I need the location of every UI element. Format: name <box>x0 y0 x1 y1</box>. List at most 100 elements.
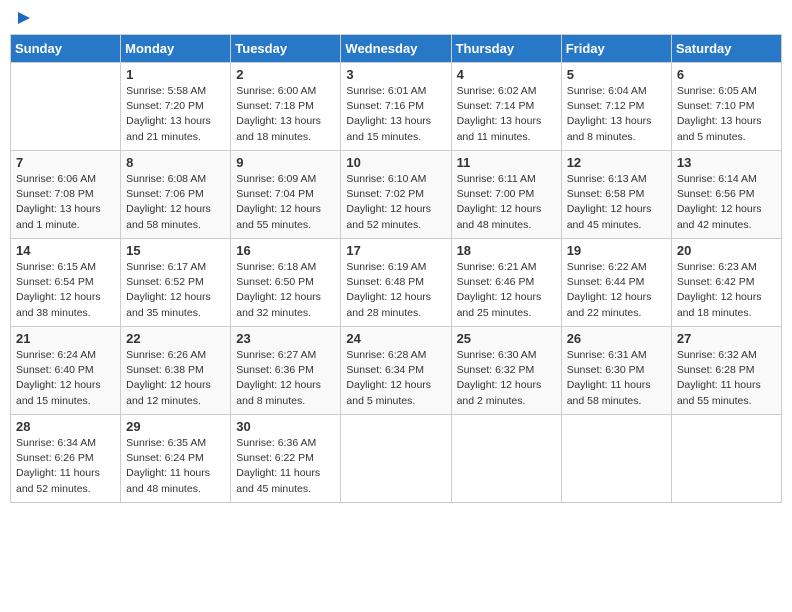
day-cell <box>671 415 781 503</box>
day-number: 25 <box>457 331 556 346</box>
day-number: 17 <box>346 243 445 258</box>
day-cell: 25 Sunrise: 6:30 AMSunset: 6:32 PMDayligh… <box>451 327 561 415</box>
calendar-table: SundayMondayTuesdayWednesdayThursdayFrid… <box>10 34 782 503</box>
day-info: Sunrise: 6:04 AMSunset: 7:12 PMDaylight:… <box>567 84 666 145</box>
day-info: Sunrise: 6:27 AMSunset: 6:36 PMDaylight:… <box>236 348 335 409</box>
day-number: 9 <box>236 155 335 170</box>
day-cell: 9 Sunrise: 6:09 AMSunset: 7:04 PMDaylight… <box>231 151 341 239</box>
day-info: Sunrise: 6:06 AMSunset: 7:08 PMDaylight:… <box>16 172 115 233</box>
day-cell: 13 Sunrise: 6:14 AMSunset: 6:56 PMDayligh… <box>671 151 781 239</box>
day-info: Sunrise: 6:23 AMSunset: 6:42 PMDaylight:… <box>677 260 776 321</box>
day-info: Sunrise: 6:24 AMSunset: 6:40 PMDaylight:… <box>16 348 115 409</box>
day-number: 20 <box>677 243 776 258</box>
day-cell: 21 Sunrise: 6:24 AMSunset: 6:40 PMDayligh… <box>11 327 121 415</box>
week-row-5: 28 Sunrise: 6:34 AMSunset: 6:26 PMDayligh… <box>11 415 782 503</box>
day-info: Sunrise: 6:30 AMSunset: 6:32 PMDaylight:… <box>457 348 556 409</box>
day-info: Sunrise: 6:13 AMSunset: 6:58 PMDaylight:… <box>567 172 666 233</box>
day-info: Sunrise: 6:01 AMSunset: 7:16 PMDaylight:… <box>346 84 445 145</box>
day-number: 23 <box>236 331 335 346</box>
day-info: Sunrise: 6:22 AMSunset: 6:44 PMDaylight:… <box>567 260 666 321</box>
day-cell: 17 Sunrise: 6:19 AMSunset: 6:48 PMDayligh… <box>341 239 451 327</box>
day-number: 16 <box>236 243 335 258</box>
header-wednesday: Wednesday <box>341 35 451 63</box>
day-number: 2 <box>236 67 335 82</box>
day-number: 10 <box>346 155 445 170</box>
calendar-header-row: SundayMondayTuesdayWednesdayThursdayFrid… <box>11 35 782 63</box>
day-number: 18 <box>457 243 556 258</box>
day-number: 8 <box>126 155 225 170</box>
day-cell: 18 Sunrise: 6:21 AMSunset: 6:46 PMDayligh… <box>451 239 561 327</box>
day-cell: 3 Sunrise: 6:01 AMSunset: 7:16 PMDaylight… <box>341 63 451 151</box>
day-number: 11 <box>457 155 556 170</box>
logo <box>14 10 32 26</box>
day-info: Sunrise: 6:28 AMSunset: 6:34 PMDaylight:… <box>346 348 445 409</box>
day-number: 4 <box>457 67 556 82</box>
day-cell: 2 Sunrise: 6:00 AMSunset: 7:18 PMDaylight… <box>231 63 341 151</box>
day-info: Sunrise: 6:14 AMSunset: 6:56 PMDaylight:… <box>677 172 776 233</box>
day-info: Sunrise: 6:17 AMSunset: 6:52 PMDaylight:… <box>126 260 225 321</box>
day-number: 28 <box>16 419 115 434</box>
day-info: Sunrise: 6:02 AMSunset: 7:14 PMDaylight:… <box>457 84 556 145</box>
day-cell: 27Sunrise: 6:32 AMSunset: 6:28 PMDayligh… <box>671 327 781 415</box>
day-cell: 6Sunrise: 6:05 AMSunset: 7:10 PMDaylight… <box>671 63 781 151</box>
header-tuesday: Tuesday <box>231 35 341 63</box>
day-info: Sunrise: 6:05 AMSunset: 7:10 PMDaylight:… <box>677 84 776 145</box>
day-cell <box>11 63 121 151</box>
day-cell: 5Sunrise: 6:04 AMSunset: 7:12 PMDaylight… <box>561 63 671 151</box>
day-number: 22 <box>126 331 225 346</box>
day-number: 12 <box>567 155 666 170</box>
day-info: Sunrise: 6:08 AMSunset: 7:06 PMDaylight:… <box>126 172 225 233</box>
day-info: Sunrise: 6:21 AMSunset: 6:46 PMDaylight:… <box>457 260 556 321</box>
day-info: Sunrise: 6:34 AMSunset: 6:26 PMDaylight:… <box>16 436 115 497</box>
day-number: 24 <box>346 331 445 346</box>
day-cell: 7 Sunrise: 6:06 AMSunset: 7:08 PMDaylight… <box>11 151 121 239</box>
page-header <box>10 10 782 26</box>
day-cell: 28 Sunrise: 6:34 AMSunset: 6:26 PMDayligh… <box>11 415 121 503</box>
day-cell: 19Sunrise: 6:22 AMSunset: 6:44 PMDayligh… <box>561 239 671 327</box>
day-cell: 12 Sunrise: 6:13 AMSunset: 6:58 PMDayligh… <box>561 151 671 239</box>
day-info: Sunrise: 6:18 AMSunset: 6:50 PMDaylight:… <box>236 260 335 321</box>
day-info: Sunrise: 6:10 AMSunset: 7:02 PMDaylight:… <box>346 172 445 233</box>
day-info: Sunrise: 6:32 AMSunset: 6:28 PMDaylight:… <box>677 348 776 409</box>
day-info: Sunrise: 6:36 AMSunset: 6:22 PMDaylight:… <box>236 436 335 497</box>
header-monday: Monday <box>121 35 231 63</box>
day-cell: 14 Sunrise: 6:15 AMSunset: 6:54 PMDayligh… <box>11 239 121 327</box>
day-cell <box>341 415 451 503</box>
day-cell: 29Sunrise: 6:35 AMSunset: 6:24 PMDayligh… <box>121 415 231 503</box>
day-info: Sunrise: 6:19 AMSunset: 6:48 PMDaylight:… <box>346 260 445 321</box>
day-cell <box>451 415 561 503</box>
header-sunday: Sunday <box>11 35 121 63</box>
day-cell <box>561 415 671 503</box>
day-number: 3 <box>346 67 445 82</box>
header-saturday: Saturday <box>671 35 781 63</box>
day-number: 21 <box>16 331 115 346</box>
day-cell: 10 Sunrise: 6:10 AMSunset: 7:02 PMDayligh… <box>341 151 451 239</box>
day-number: 7 <box>16 155 115 170</box>
day-info: Sunrise: 5:58 AMSunset: 7:20 PMDaylight:… <box>126 84 225 145</box>
day-number: 13 <box>677 155 776 170</box>
week-row-1: 1 Sunrise: 5:58 AMSunset: 7:20 PMDaylight… <box>11 63 782 151</box>
calendar-body: 1 Sunrise: 5:58 AMSunset: 7:20 PMDaylight… <box>11 63 782 503</box>
week-row-3: 14 Sunrise: 6:15 AMSunset: 6:54 PMDayligh… <box>11 239 782 327</box>
day-number: 26 <box>567 331 666 346</box>
week-row-4: 21 Sunrise: 6:24 AMSunset: 6:40 PMDayligh… <box>11 327 782 415</box>
day-cell: 20 Sunrise: 6:23 AMSunset: 6:42 PMDayligh… <box>671 239 781 327</box>
day-info: Sunrise: 6:31 AMSunset: 6:30 PMDaylight:… <box>567 348 666 409</box>
day-info: Sunrise: 6:15 AMSunset: 6:54 PMDaylight:… <box>16 260 115 321</box>
day-number: 1 <box>126 67 225 82</box>
day-cell: 4 Sunrise: 6:02 AMSunset: 7:14 PMDaylight… <box>451 63 561 151</box>
day-number: 14 <box>16 243 115 258</box>
day-cell: 23 Sunrise: 6:27 AMSunset: 6:36 PMDayligh… <box>231 327 341 415</box>
header-thursday: Thursday <box>451 35 561 63</box>
day-cell: 16 Sunrise: 6:18 AMSunset: 6:50 PMDayligh… <box>231 239 341 327</box>
day-info: Sunrise: 6:09 AMSunset: 7:04 PMDaylight:… <box>236 172 335 233</box>
day-cell: 26 Sunrise: 6:31 AMSunset: 6:30 PMDayligh… <box>561 327 671 415</box>
day-cell: 8 Sunrise: 6:08 AMSunset: 7:06 PMDaylight… <box>121 151 231 239</box>
day-cell: 30 Sunrise: 6:36 AMSunset: 6:22 PMDayligh… <box>231 415 341 503</box>
day-info: Sunrise: 6:00 AMSunset: 7:18 PMDaylight:… <box>236 84 335 145</box>
day-cell: 22Sunrise: 6:26 AMSunset: 6:38 PMDayligh… <box>121 327 231 415</box>
day-cell: 11Sunrise: 6:11 AMSunset: 7:00 PMDayligh… <box>451 151 561 239</box>
logo-icon <box>16 10 32 26</box>
header-friday: Friday <box>561 35 671 63</box>
day-number: 30 <box>236 419 335 434</box>
